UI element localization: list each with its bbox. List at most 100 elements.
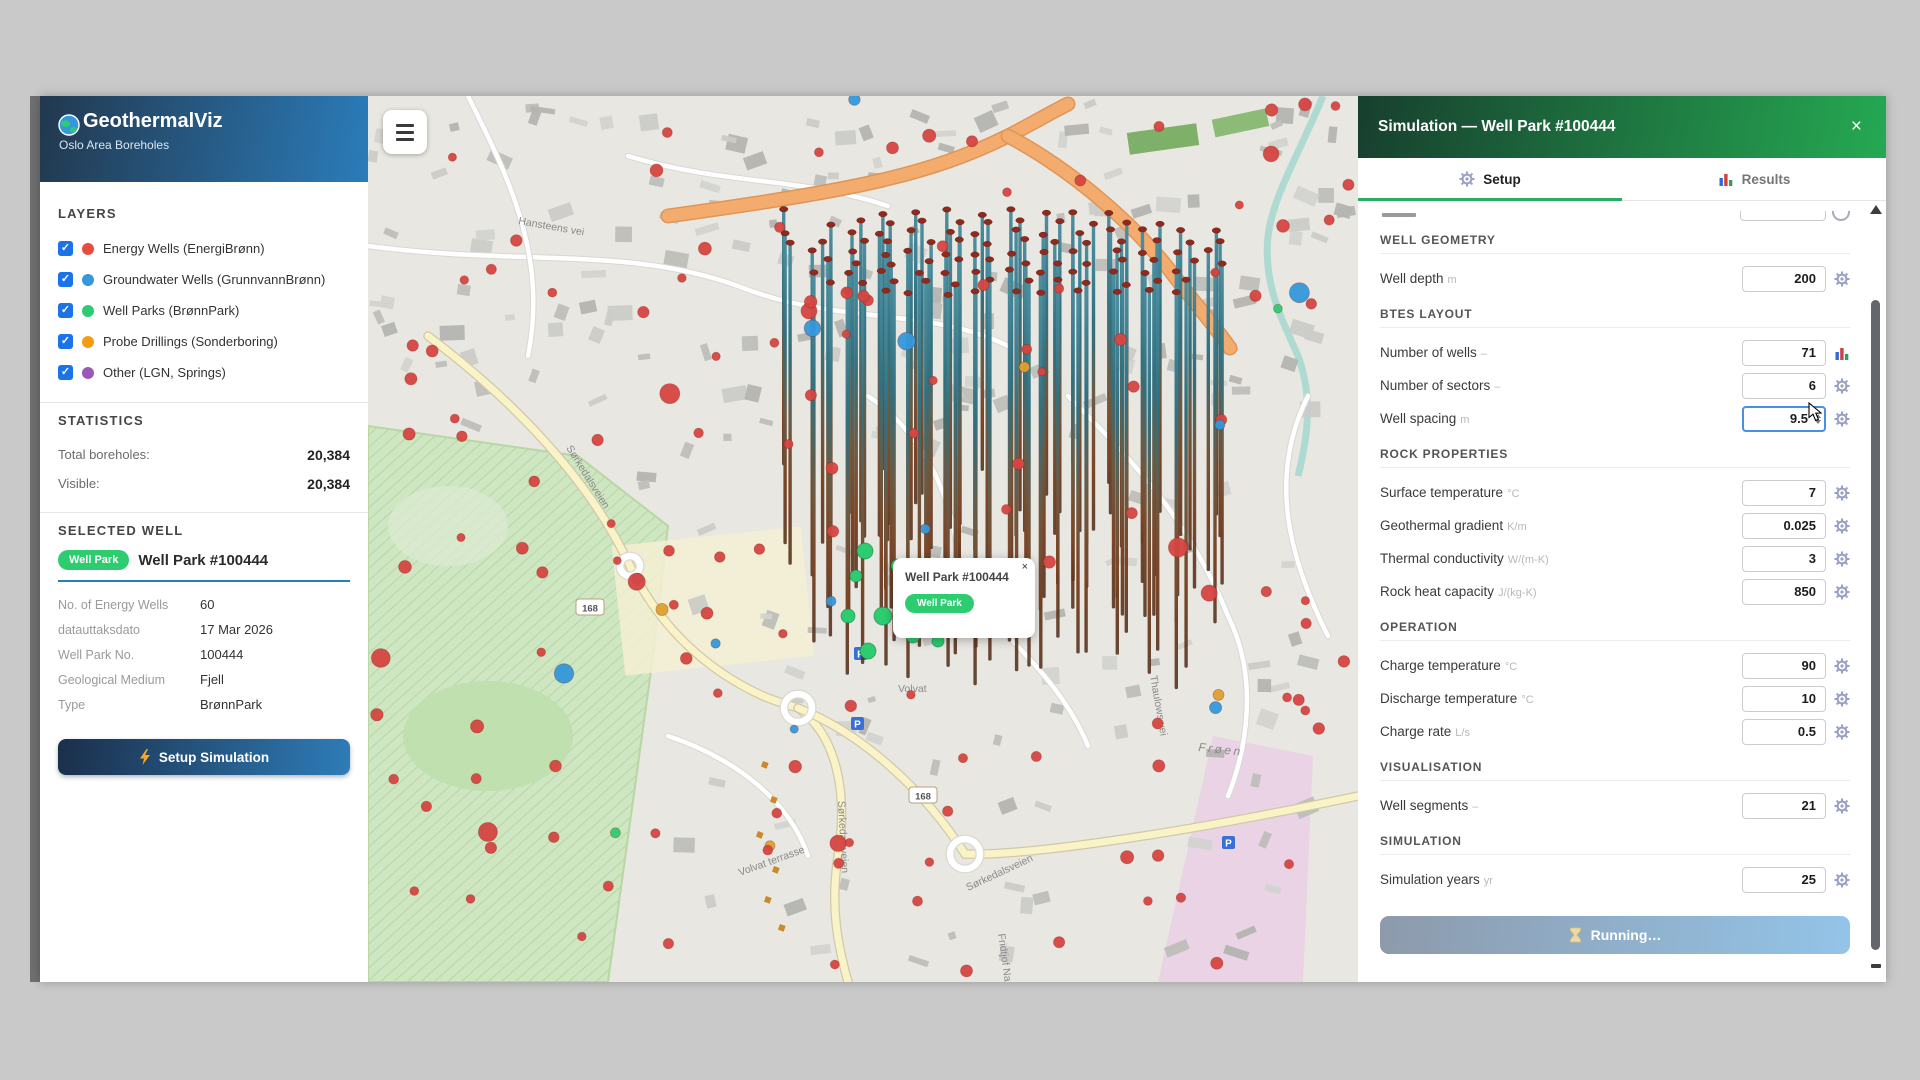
well-marker	[1338, 656, 1350, 668]
well-marker	[937, 241, 948, 252]
input-discharge-temperature[interactable]	[1742, 686, 1826, 712]
input-well-segments[interactable]	[1742, 793, 1826, 819]
well-marker	[410, 887, 419, 896]
layer-toggle-1[interactable]: ✓ Groundwater Wells (GrunnvannBrønn)	[58, 264, 350, 295]
input-number-of-wells[interactable]	[1742, 340, 1826, 366]
param-unit: °C	[1507, 488, 1519, 500]
parking-icon: P	[1222, 836, 1235, 850]
well-marker	[830, 835, 846, 851]
well-marker	[887, 142, 899, 154]
gear-icon[interactable]	[1834, 378, 1850, 394]
map-canvas: P P P Hansteens veiSørkedalsveienSørkeda…	[368, 96, 1358, 982]
sidebar-header: GeothermalViz Oslo Area Boreholes	[40, 96, 368, 182]
layer-toggle-3[interactable]: ✓ Probe Drillings (Sonderboring)	[58, 326, 350, 357]
well-marker	[1343, 179, 1354, 190]
gear-icon[interactable]	[1834, 271, 1850, 287]
chart-icon[interactable]	[1834, 345, 1850, 361]
layers-heading: LAYERS	[58, 206, 350, 221]
run-simulation-button[interactable]: Running…	[1380, 916, 1850, 954]
input-simulation-years[interactable]	[1742, 867, 1826, 893]
gear-icon[interactable]	[1834, 551, 1850, 567]
lightning-icon	[139, 749, 151, 765]
well-marker	[662, 128, 672, 138]
map-viewport[interactable]: P P P Hansteens veiSørkedalsveienSørkeda…	[368, 96, 1358, 982]
well-marker	[529, 476, 540, 487]
gear-icon[interactable]	[1834, 518, 1850, 534]
input-number-of-sectors[interactable]	[1742, 373, 1826, 399]
well-park-marker	[860, 643, 876, 659]
well-marker	[457, 533, 465, 541]
param-row-surface-temperature: Surface temperature°C	[1380, 476, 1850, 509]
panel-scrollbar[interactable]	[1869, 203, 1883, 976]
well-marker	[1215, 420, 1225, 430]
selected-underline	[58, 580, 350, 582]
scroll-up-icon[interactable]	[1870, 205, 1882, 214]
scrollbar-thumb[interactable]	[1871, 300, 1880, 950]
well-marker	[943, 806, 953, 816]
well-marker	[628, 573, 645, 590]
well-marker	[694, 428, 704, 438]
well-marker	[790, 725, 798, 733]
well-marker	[1003, 188, 1012, 197]
well-marker	[923, 129, 936, 142]
gear-icon[interactable]	[1834, 584, 1850, 600]
well-park-marker	[874, 607, 892, 625]
layer-toggle-2[interactable]: ✓ Well Parks (BrønnPark)	[58, 295, 350, 326]
input-surface-temperature[interactable]	[1742, 480, 1826, 506]
checkbox-checked[interactable]: ✓	[58, 334, 73, 349]
checkbox-checked[interactable]: ✓	[58, 303, 73, 318]
input-thermal-conductivity[interactable]	[1742, 546, 1826, 572]
well-marker	[1031, 751, 1041, 761]
input-charge-temperature[interactable]	[1742, 653, 1826, 679]
well-marker	[1211, 268, 1220, 277]
well-marker	[1022, 344, 1032, 354]
setup-simulation-button[interactable]: Setup Simulation	[58, 739, 350, 775]
well-marker	[713, 689, 722, 698]
tab-results[interactable]: Results	[1622, 158, 1886, 200]
well-marker	[450, 414, 459, 423]
well-marker	[371, 709, 383, 721]
layer-toggle-0[interactable]: ✓ Energy Wells (EnergiBrønn)	[58, 233, 350, 264]
well-marker	[826, 596, 836, 606]
checkbox-checked[interactable]: ✓	[58, 241, 73, 256]
detail-label: datauttaksdato	[58, 623, 200, 637]
gear-icon[interactable]	[1834, 485, 1850, 501]
menu-button[interactable]	[383, 110, 427, 154]
gear-icon[interactable]	[1834, 872, 1850, 888]
section-title: VISUALISATION	[1380, 760, 1850, 781]
input-charge-rate[interactable]	[1742, 719, 1826, 745]
tab-setup[interactable]: Setup	[1358, 158, 1622, 200]
gear-icon[interactable]	[1834, 724, 1850, 740]
gear-icon[interactable]	[1834, 691, 1850, 707]
well-marker	[603, 881, 613, 891]
well-marker	[607, 520, 615, 528]
param-unit: yr	[1484, 875, 1493, 887]
input-geothermal-gradient[interactable]	[1742, 513, 1826, 539]
input-well-depth[interactable]	[1742, 266, 1826, 292]
well-marker	[516, 542, 528, 554]
tooltip-close-icon[interactable]: ×	[1022, 562, 1028, 573]
mouse-cursor	[1808, 402, 1826, 427]
section-title: BTES LAYOUT	[1380, 307, 1850, 328]
scroll-down-icon[interactable]	[1871, 964, 1881, 968]
well-marker	[1054, 937, 1065, 948]
simulation-panel: Simulation — Well Park #100444 × Setup R…	[1358, 96, 1886, 982]
section-btes-layout: BTES LAYOUTNumber of wells– Number of se…	[1380, 307, 1850, 435]
detail-label: Type	[58, 698, 200, 712]
well-marker	[457, 431, 468, 442]
checkbox-checked[interactable]: ✓	[58, 272, 73, 287]
gear-icon[interactable]	[1834, 798, 1850, 814]
gear-icon[interactable]	[1834, 411, 1850, 427]
input-rock-heat-capacity[interactable]	[1742, 579, 1826, 605]
checkbox-checked[interactable]: ✓	[58, 365, 73, 380]
well-marker	[651, 829, 660, 838]
layer-toggle-4[interactable]: ✓ Other (LGN, Springs)	[58, 357, 350, 388]
well-marker	[913, 896, 923, 906]
well-marker	[399, 561, 412, 574]
well-marker	[578, 932, 587, 941]
well-marker	[1289, 283, 1309, 303]
gear-icon[interactable]	[1834, 658, 1850, 674]
well-marker	[678, 274, 687, 283]
well-marker	[613, 557, 621, 565]
panel-close-icon[interactable]: ×	[1847, 114, 1866, 140]
